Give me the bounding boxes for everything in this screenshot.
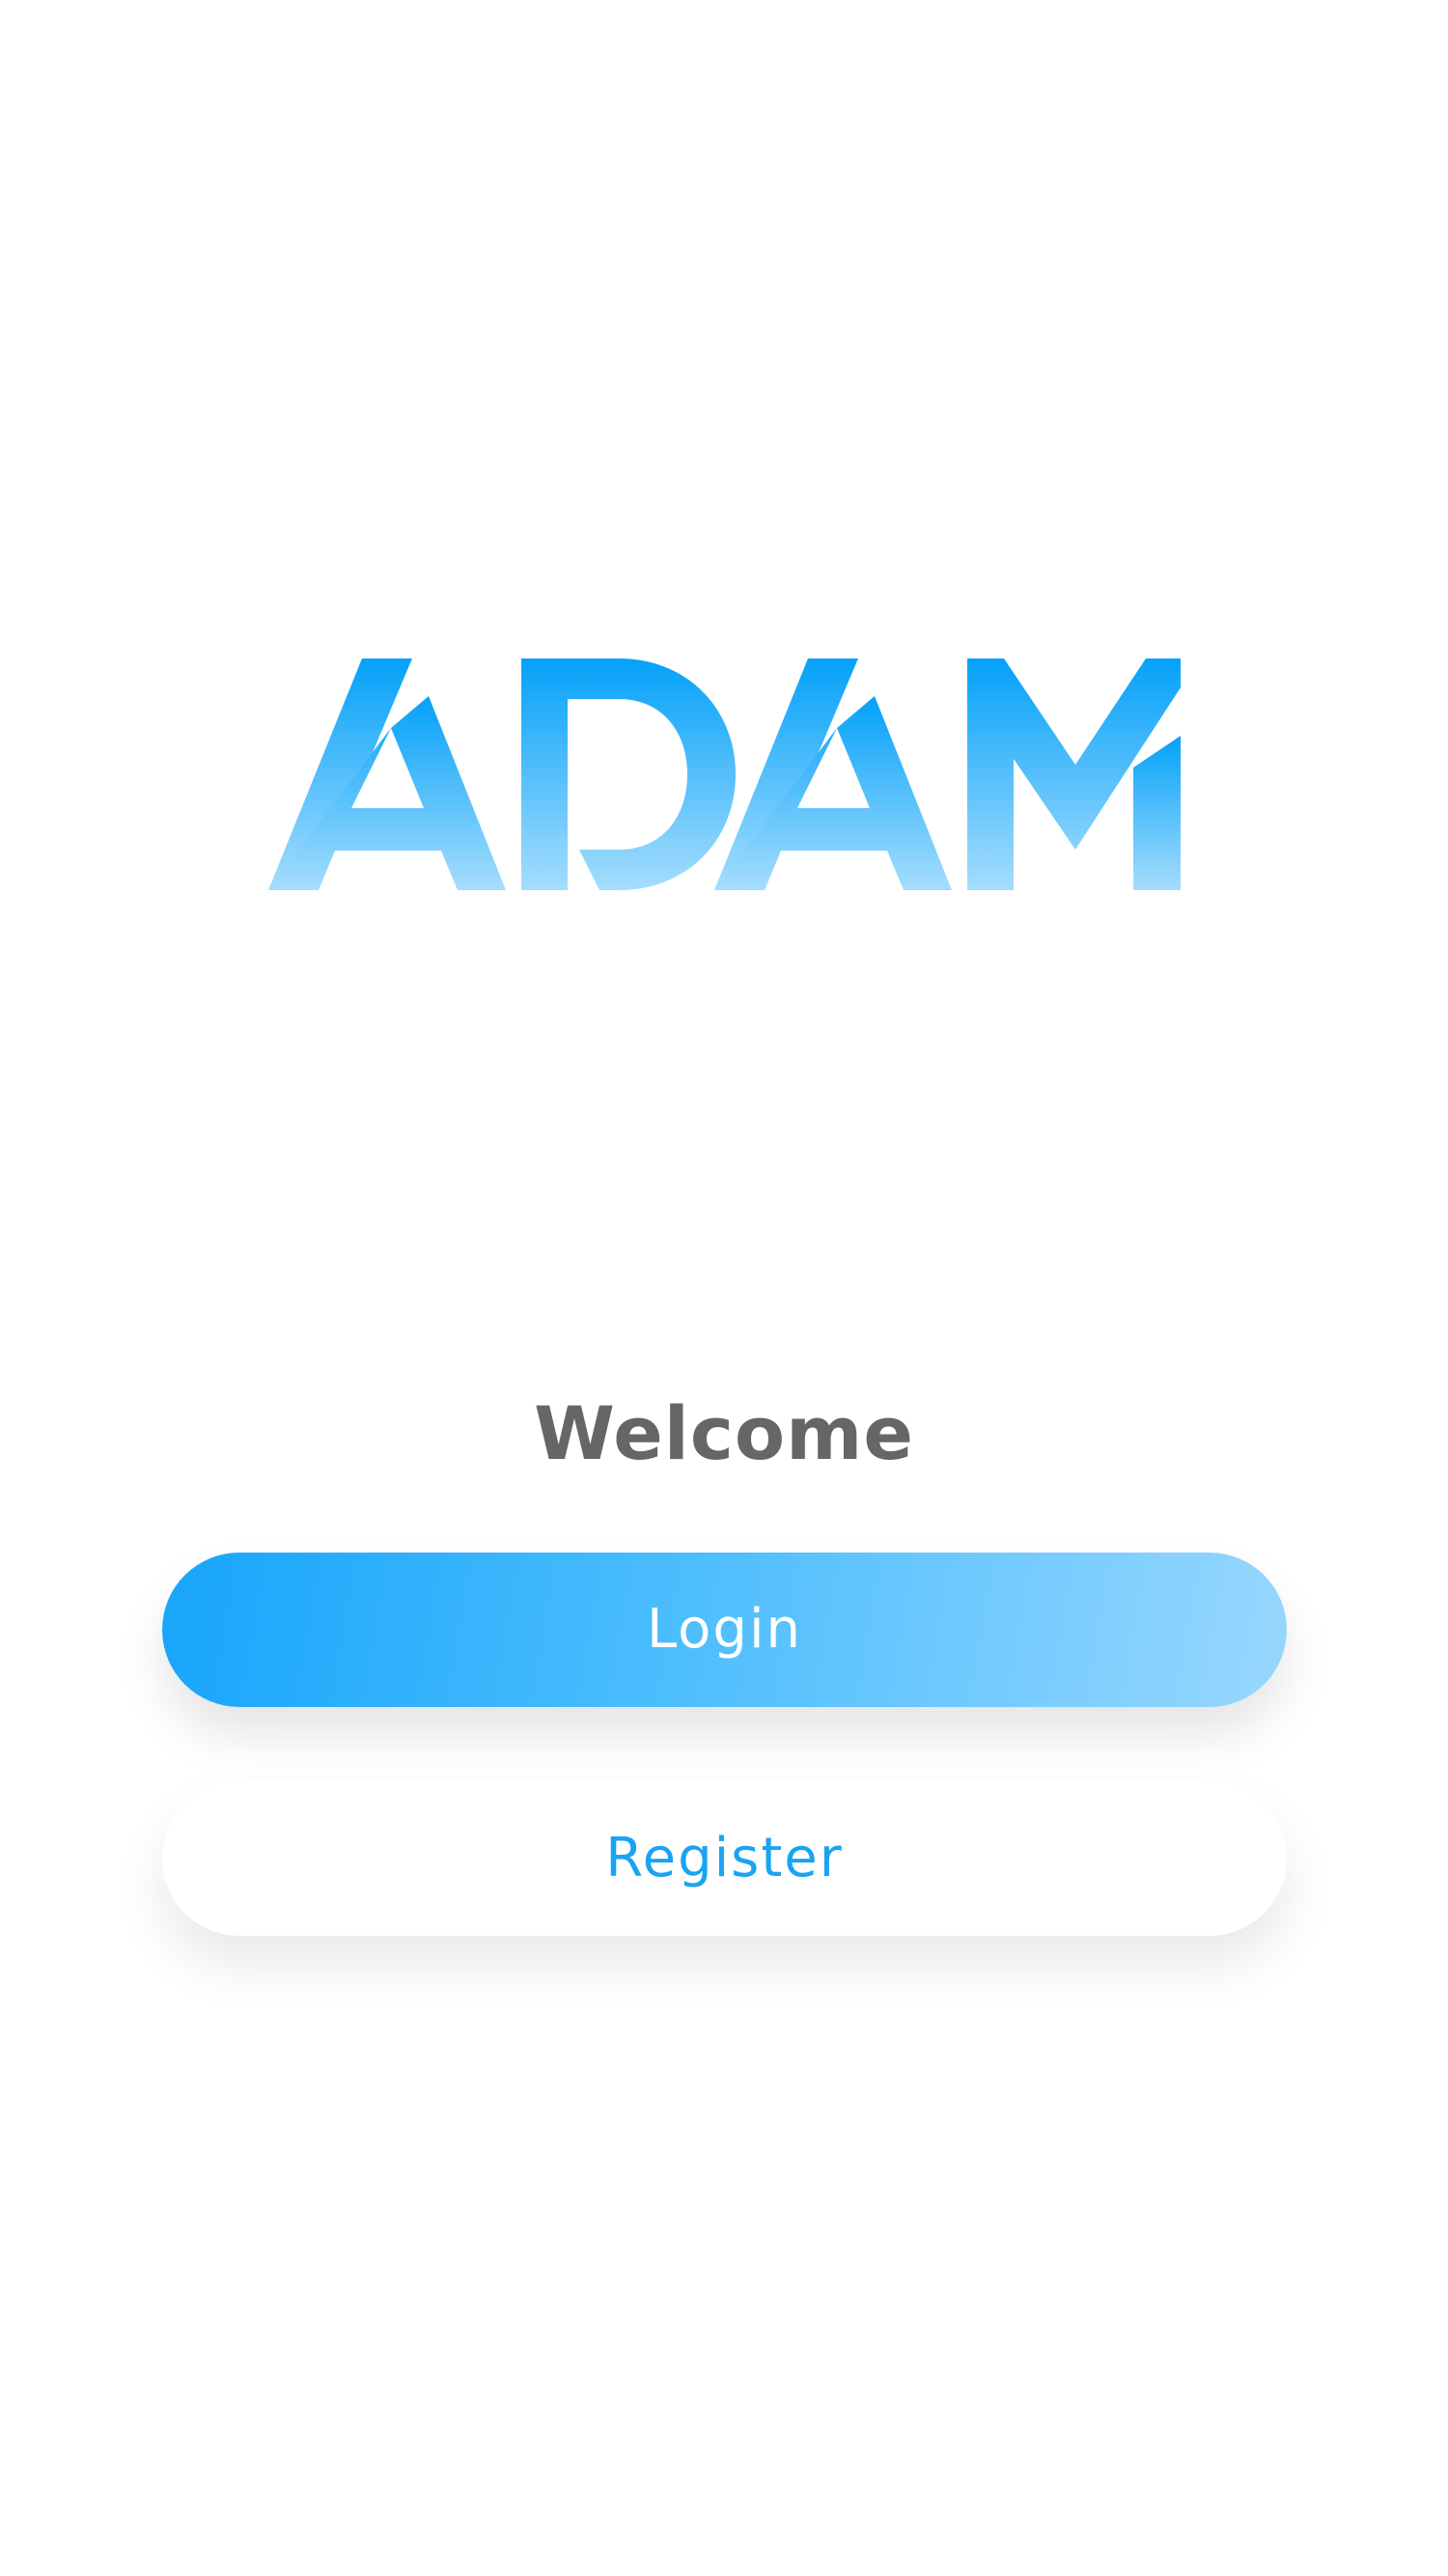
register-button[interactable]: Register bbox=[162, 1781, 1287, 1936]
adam-logo-graphic bbox=[268, 658, 1181, 890]
adam-logo bbox=[268, 658, 1181, 890]
login-button[interactable]: Login bbox=[162, 1553, 1287, 1707]
welcome-heading: Welcome bbox=[534, 1390, 914, 1476]
